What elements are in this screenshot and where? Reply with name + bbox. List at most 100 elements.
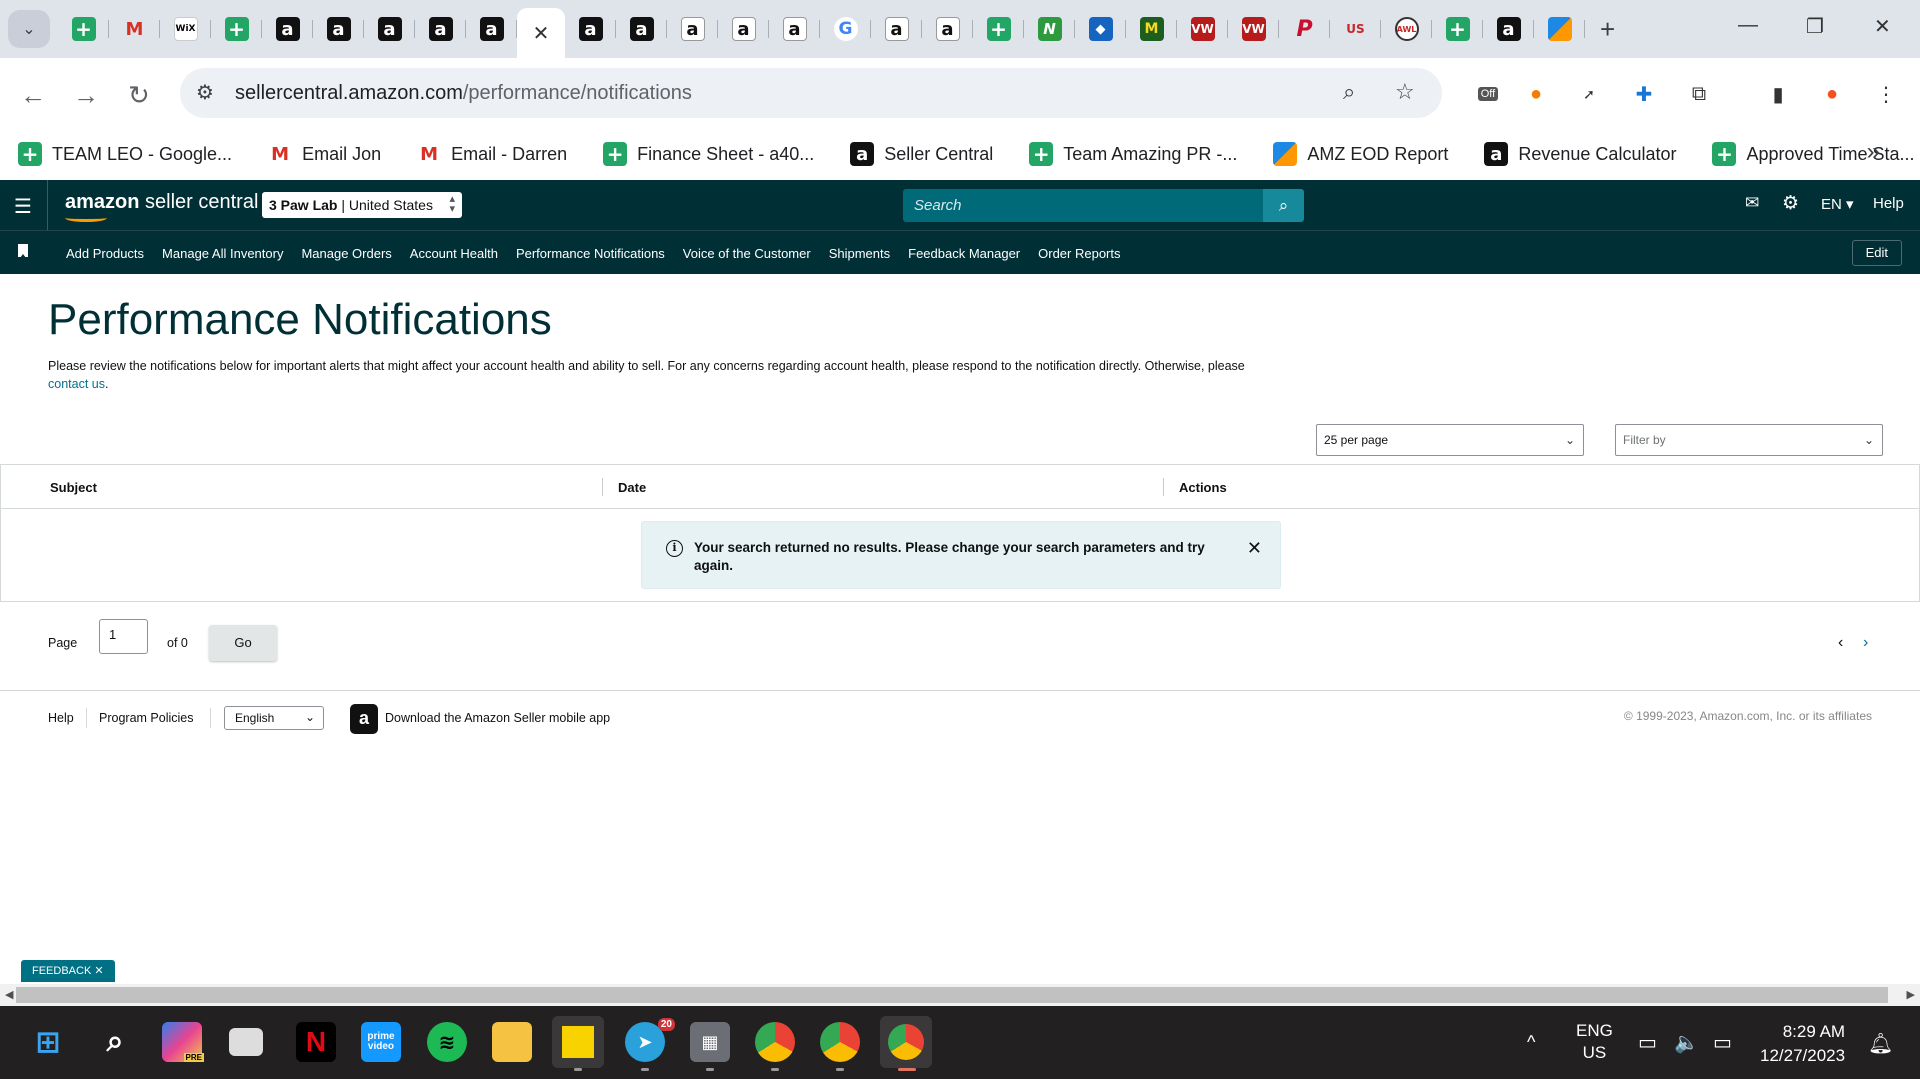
- browser-tab[interactable]: VW: [1177, 8, 1228, 50]
- netflix-icon[interactable]: N: [296, 1022, 336, 1062]
- nav-link[interactable]: Order Reports: [1029, 246, 1129, 261]
- side-panel-icon[interactable]: ▮: [1764, 80, 1792, 108]
- task-view-icon[interactable]: [229, 1028, 263, 1056]
- close-tab-icon[interactable]: ✕: [533, 21, 550, 46]
- feedback-button[interactable]: FEEDBACK ✕: [21, 960, 115, 982]
- nav-link[interactable]: Shipments: [820, 246, 899, 261]
- mail-icon[interactable]: ✉: [1745, 193, 1759, 213]
- go-button[interactable]: Go: [209, 625, 277, 661]
- chrome-icon[interactable]: [755, 1022, 795, 1062]
- spotify-icon[interactable]: ≋: [427, 1022, 467, 1062]
- browser-tab[interactable]: M: [109, 8, 160, 50]
- browser-tab[interactable]: a: [1483, 8, 1534, 50]
- browser-tab[interactable]: ◆: [1075, 8, 1126, 50]
- close-window-icon[interactable]: ✕: [1874, 14, 1891, 39]
- browser-tab[interactable]: a: [718, 8, 769, 50]
- windows-start-icon[interactable]: ⊞: [28, 1022, 68, 1062]
- more-bookmarks-icon[interactable]: »: [1867, 138, 1880, 166]
- notifications-bell-icon[interactable]: 🔔︎: [1868, 1031, 1893, 1056]
- per-page-select[interactable]: 25 per page ⌄: [1316, 424, 1584, 456]
- scroll-right-icon[interactable]: ▶: [1907, 988, 1915, 1001]
- column-subject[interactable]: Subject: [50, 480, 97, 495]
- amazon-seller-central-logo[interactable]: amazon seller central: [65, 191, 258, 222]
- tab-search-button[interactable]: ⌄: [8, 10, 50, 48]
- search-icon[interactable]: ⌕: [95, 1022, 135, 1062]
- browser-tab[interactable]: a: [262, 8, 313, 50]
- new-tab-button[interactable]: +: [1600, 14, 1615, 45]
- amazon-app-icon[interactable]: a: [350, 704, 378, 734]
- orange-extension-icon[interactable]: ●: [1522, 80, 1550, 108]
- browser-tab[interactable]: US: [1330, 8, 1381, 50]
- hidden-icons-chevron[interactable]: ^: [1527, 1032, 1535, 1053]
- profile-avatar[interactable]: ●: [1818, 80, 1846, 108]
- nav-link[interactable]: Account Health: [401, 246, 507, 261]
- blue-extension-icon[interactable]: ✚: [1630, 80, 1658, 108]
- bookmark-item[interactable]: + Team Amazing PR -...: [1011, 128, 1255, 180]
- back-icon[interactable]: ←: [20, 80, 46, 111]
- program-policies-link[interactable]: Program Policies: [99, 711, 193, 725]
- puzzle-icon[interactable]: ⧉: [1685, 80, 1713, 108]
- clock[interactable]: 8:29 AM 12/27/2023: [1760, 1020, 1845, 1068]
- bookmark-item[interactable]: + Approved Time Sta...: [1694, 128, 1920, 180]
- browser-tab[interactable]: a: [616, 8, 667, 50]
- browser-tab[interactable]: +: [973, 8, 1024, 50]
- browser-tab[interactable]: N: [1024, 8, 1075, 50]
- nav-link[interactable]: Voice of the Customer: [674, 246, 820, 261]
- menu-kebab-icon[interactable]: ⋮: [1872, 80, 1900, 108]
- active-browser-tab[interactable]: ✕: [517, 8, 565, 58]
- horizontal-scrollbar[interactable]: ◀ ▶: [0, 984, 1920, 1006]
- network-icon[interactable]: ▭: [1638, 1030, 1657, 1055]
- nav-link[interactable]: Add Products: [57, 246, 153, 261]
- prime-video-icon[interactable]: prime video: [361, 1022, 401, 1062]
- file-explorer-icon[interactable]: [492, 1022, 532, 1062]
- login-extension-icon[interactable]: ➚: [1575, 80, 1603, 108]
- hamburger-menu-icon[interactable]: ☰: [14, 194, 32, 219]
- browser-tab[interactable]: a: [922, 8, 973, 50]
- extension-off-icon[interactable]: Off: [1474, 80, 1502, 108]
- input-language[interactable]: ENG US: [1576, 1020, 1613, 1064]
- browser-tab[interactable]: a: [364, 8, 415, 50]
- sticky-notes-active-slot[interactable]: [552, 1016, 604, 1068]
- forward-icon[interactable]: →: [73, 80, 99, 111]
- browser-tab[interactable]: a: [313, 8, 364, 50]
- browser-tab[interactable]: [1534, 8, 1585, 50]
- browser-tab[interactable]: a: [565, 8, 616, 50]
- browser-tab[interactable]: AWL: [1381, 8, 1432, 50]
- bookmark-item[interactable]: + TEAM LEO - Google...: [0, 128, 250, 180]
- download-app-link[interactable]: Download the Amazon Seller mobile app: [385, 711, 610, 725]
- page-number-input[interactable]: 1: [99, 619, 148, 654]
- nav-link[interactable]: Performance Notifications: [507, 246, 674, 261]
- nav-link[interactable]: Manage Orders: [292, 246, 400, 261]
- close-icon[interactable]: ✕: [1247, 538, 1262, 559]
- contact-us-link[interactable]: contact us: [48, 377, 105, 391]
- footer-language-select[interactable]: English ⌄: [224, 706, 324, 730]
- bookmark-item[interactable]: + Finance Sheet - a40...: [585, 128, 832, 180]
- bookmark-item[interactable]: AMZ EOD Report: [1255, 128, 1466, 180]
- browser-tab[interactable]: +: [58, 8, 109, 50]
- nav-link[interactable]: Manage All Inventory: [153, 246, 292, 261]
- telegram-icon[interactable]: ➤ 20: [625, 1018, 675, 1062]
- address-bar[interactable]: ⚙ sellercentral.amazon.com/performance/n…: [180, 68, 1442, 118]
- gear-icon[interactable]: ⚙: [1782, 192, 1799, 215]
- edit-nav-button[interactable]: Edit: [1851, 240, 1902, 266]
- seller-search-input[interactable]: Search: [903, 189, 1263, 222]
- battery-icon[interactable]: ▭: [1713, 1030, 1732, 1055]
- language-selector[interactable]: EN ▾: [1821, 195, 1854, 213]
- store-selector[interactable]: 3 Paw Lab | United States ▴ ▾: [262, 192, 462, 218]
- browser-tab[interactable]: +: [1432, 8, 1483, 50]
- reload-icon[interactable]: ↻: [128, 80, 150, 111]
- search-icon[interactable]: ⌕: [1263, 189, 1304, 222]
- browser-tab[interactable]: a: [769, 8, 820, 50]
- nav-link[interactable]: Feedback Manager: [899, 246, 1029, 261]
- browser-tab[interactable]: a: [466, 8, 517, 50]
- browser-tab[interactable]: G: [820, 8, 871, 50]
- restore-icon[interactable]: ❐: [1806, 14, 1824, 39]
- minimize-icon[interactable]: —: [1738, 14, 1758, 37]
- chrome-icon[interactable]: [820, 1022, 860, 1062]
- help-link[interactable]: Help: [1873, 195, 1904, 212]
- browser-tab[interactable]: VW: [1228, 8, 1279, 50]
- browser-tab[interactable]: a: [415, 8, 466, 50]
- chevron-left-icon[interactable]: ‹: [1838, 634, 1843, 652]
- browser-tab[interactable]: a: [667, 8, 718, 50]
- star-icon[interactable]: ☆: [1395, 79, 1415, 105]
